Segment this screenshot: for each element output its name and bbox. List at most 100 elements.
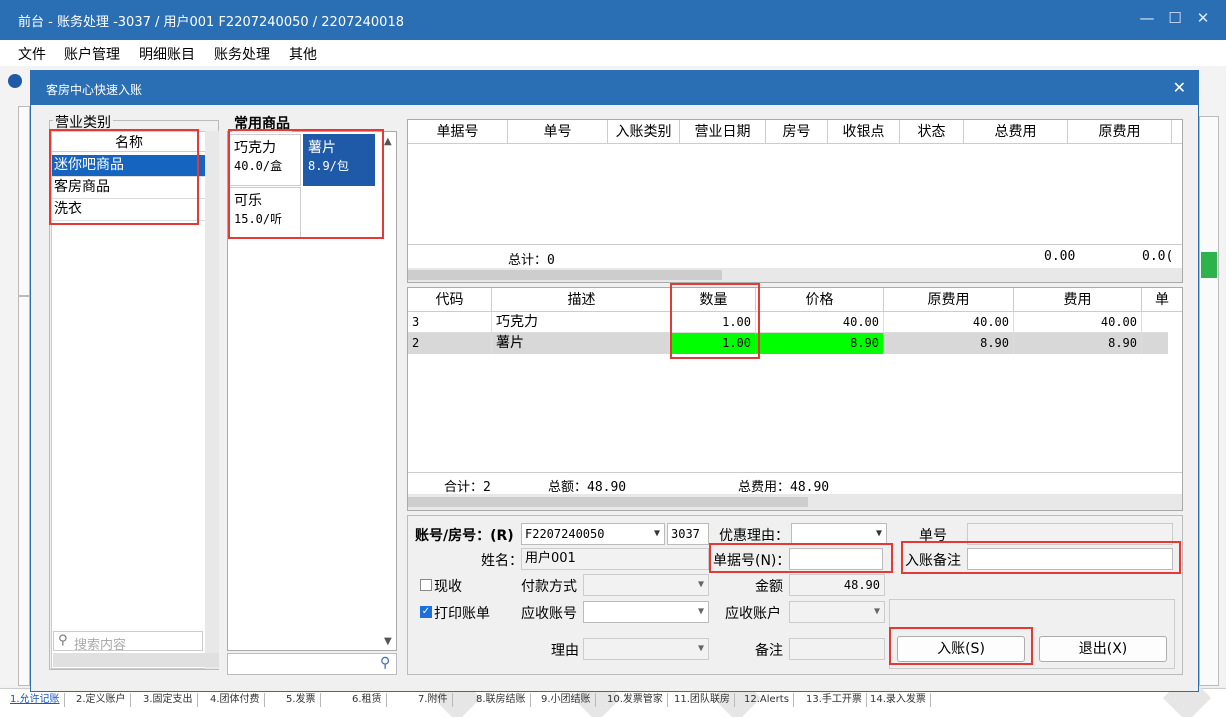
- exit-button[interactable]: 退出(X): [1039, 636, 1167, 662]
- tab-group-payment[interactable]: 4.团体付费: [206, 693, 265, 707]
- col-original-fee[interactable]: 原费用: [1068, 120, 1172, 144]
- dialog-close-icon[interactable]: ✕: [1173, 78, 1186, 97]
- tab-invoice[interactable]: 5.发票: [282, 693, 321, 707]
- col-room[interactable]: 房号: [766, 120, 828, 144]
- annotation-box-quantity: [670, 283, 760, 359]
- table-row[interactable]: 2 薯片 1.00 8.90 8.90 8.90: [408, 333, 1168, 354]
- discount-reason-select[interactable]: ▼: [791, 523, 887, 545]
- discount-reason-label: 优惠理由：: [719, 528, 789, 544]
- search-icon: ⚲: [58, 633, 68, 648]
- col-code[interactable]: 代码: [408, 288, 492, 312]
- print-bill-label: 打印账单: [434, 606, 490, 622]
- account-room-label: 账号/房号：(R): [415, 528, 514, 544]
- category-hscrollbar[interactable]: [53, 653, 219, 667]
- menu-file[interactable]: 文件: [18, 44, 46, 64]
- bill-grid-footer: 总计：0 0.00 0.0(: [408, 244, 1182, 268]
- cell-original-fee: 8.90: [884, 333, 1014, 354]
- amount-field: 48.90: [789, 574, 885, 596]
- window-titlebar: 前台 - 账务处理 -3037 / 用户001 F2207240050 / 22…: [0, 0, 1226, 40]
- annotation-box-post: [889, 627, 1033, 665]
- category-scrollbar[interactable]: [205, 131, 219, 669]
- menu-account[interactable]: 账户管理: [64, 44, 120, 64]
- app-tab-icon[interactable]: [8, 74, 22, 88]
- tab-small-group-checkout[interactable]: 9.小团结账: [537, 693, 596, 707]
- account-select[interactable]: F2207240050 ▼: [521, 523, 665, 545]
- menu-billing[interactable]: 账务处理: [214, 44, 270, 64]
- col-unit[interactable]: 单: [1142, 288, 1182, 312]
- item-grid-hscrollbar[interactable]: [408, 494, 1182, 510]
- col-original-fee[interactable]: 原费用: [884, 288, 1014, 312]
- col-post-type[interactable]: 入账类别: [608, 120, 680, 144]
- item-sum-fee: 总费用：48.90: [738, 480, 830, 495]
- tab-linked-checkout[interactable]: 8.联房结账: [472, 693, 531, 707]
- bg-panel-left-bottom: [18, 296, 30, 686]
- bill-grid-hscrollbar[interactable]: [408, 268, 1182, 282]
- col-fee[interactable]: 费用: [1014, 288, 1142, 312]
- chevron-down-icon: ▼: [697, 643, 704, 654]
- note-field: [789, 638, 885, 660]
- menu-detail[interactable]: 明细账目: [139, 44, 195, 64]
- dialog-titlebar: 客房中心快速入账 ✕: [31, 71, 1198, 105]
- dialog-title: 客房中心快速入账: [46, 83, 143, 97]
- minimize-icon[interactable]: —: [1137, 9, 1157, 27]
- tab-invoice-manager[interactable]: 10.发票管家: [603, 693, 668, 707]
- cell-description: 薯片: [492, 333, 672, 354]
- col-price[interactable]: 价格: [756, 288, 884, 312]
- annotation-box-category: [49, 129, 199, 225]
- bottom-tab-bar: 1.允许记账 2.定义账户 3.固定支出 4.团体付费 5.发票 6.租赁 7.…: [0, 673, 1226, 717]
- tab-fixed-expense[interactable]: 3.固定支出: [139, 693, 198, 707]
- cell-original-fee: 40.00: [884, 312, 1014, 333]
- bg-status-indicator: [1201, 252, 1217, 278]
- col-bill-no[interactable]: 单据号: [408, 120, 508, 144]
- table-row[interactable]: 3 巧克力 1.00 40.00 40.00 40.00: [408, 312, 1168, 333]
- tab-define-account[interactable]: 2.定义账户: [72, 693, 131, 707]
- tab-lease[interactable]: 6.租赁: [348, 693, 387, 707]
- maximize-icon[interactable]: ☐: [1165, 9, 1185, 27]
- name-label: 姓名：: [481, 553, 523, 569]
- guest-name-field: 用户001: [521, 548, 709, 570]
- col-description[interactable]: 描述: [492, 288, 672, 312]
- product-search-input[interactable]: ⚲: [227, 653, 397, 675]
- annotation-box-products: [228, 129, 384, 239]
- bill-grid-header: 单据号 单号 入账类别 营业日期 房号 收银点 状态 总费用 原费用: [408, 120, 1182, 144]
- scroll-up-icon[interactable]: ▲: [384, 136, 392, 147]
- tab-enter-invoice[interactable]: 14.录入发票: [866, 693, 931, 707]
- col-order-no[interactable]: 单号: [508, 120, 608, 144]
- cash-checkbox[interactable]: [420, 579, 432, 591]
- tab-attachment[interactable]: 7.附件: [414, 693, 453, 707]
- room-field[interactable]: 3037: [667, 523, 709, 545]
- bill-total-value-b: 0.0(: [1142, 249, 1174, 264]
- tab-team-linked[interactable]: 11.团队联房: [670, 693, 735, 707]
- search-icon: ⚲: [380, 655, 391, 671]
- reason-select[interactable]: ▼: [583, 638, 709, 660]
- note-label: 备注: [755, 643, 783, 659]
- cell-code: 2: [408, 333, 492, 354]
- scroll-down-icon[interactable]: ▼: [384, 636, 392, 647]
- cell-fee: 40.00: [1014, 312, 1142, 333]
- chevron-down-icon: ▼: [873, 606, 880, 617]
- close-icon[interactable]: ✕: [1193, 9, 1213, 27]
- col-business-date[interactable]: 营业日期: [680, 120, 766, 144]
- col-cashier-point[interactable]: 收银点: [828, 120, 900, 144]
- pay-method-label: 付款方式: [521, 579, 577, 595]
- print-bill-checkbox[interactable]: ✓: [420, 606, 432, 618]
- col-total-fee[interactable]: 总费用: [964, 120, 1068, 144]
- category-search-input[interactable]: ⚲ 搜索内容: [53, 631, 203, 653]
- cell-price[interactable]: 40.00: [756, 312, 884, 333]
- col-status[interactable]: 状态: [900, 120, 964, 144]
- pay-method-select[interactable]: ▼: [583, 574, 709, 596]
- tab-manual-invoice[interactable]: 13.手工开票: [802, 693, 867, 707]
- cell-description: 巧克力: [492, 312, 672, 333]
- annotation-box-doc-no: [709, 543, 893, 573]
- bg-panel-right: [1199, 116, 1219, 686]
- tab-alerts[interactable]: 12.Alerts: [740, 693, 794, 707]
- menu-other[interactable]: 其他: [289, 44, 317, 64]
- bill-grid-scroll-thumb[interactable]: [408, 270, 722, 280]
- receivable-account-label: 应收账户: [725, 606, 781, 622]
- item-grid-scroll-thumb[interactable]: [408, 497, 808, 507]
- quick-posting-dialog: 客房中心快速入账 ✕ 营业类别 名称 迷你吧商品 客房商品 洗衣 ⚲ 搜索内容 …: [30, 70, 1199, 692]
- cell-price[interactable]: 8.90: [756, 333, 884, 354]
- receivable-no-select[interactable]: ▼: [583, 601, 709, 623]
- receivable-account-select[interactable]: ▼: [789, 601, 885, 623]
- tab-allow-posting[interactable]: 1.允许记账: [6, 693, 65, 707]
